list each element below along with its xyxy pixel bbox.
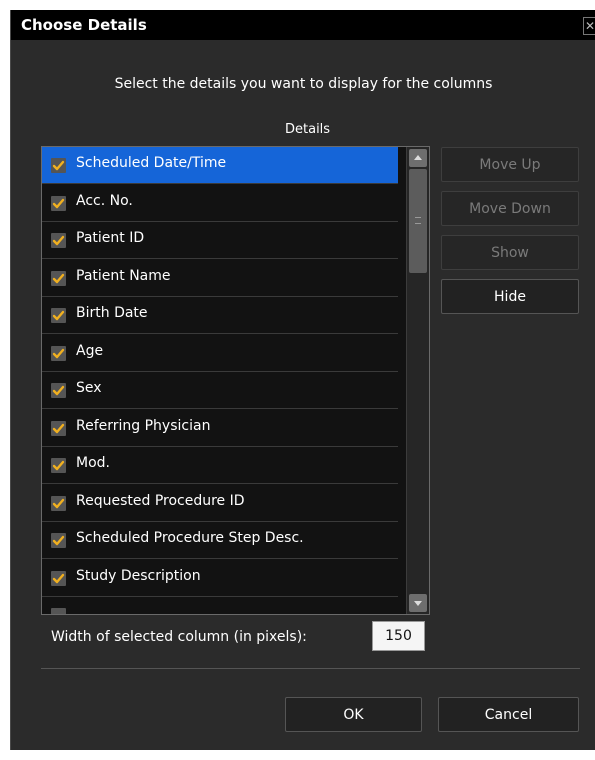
checkbox[interactable] — [51, 383, 66, 398]
checkbox[interactable] — [51, 533, 66, 548]
checkbox[interactable] — [51, 195, 66, 211]
check-icon — [52, 273, 65, 283]
check-icon — [52, 348, 65, 358]
check-icon — [52, 310, 65, 321]
list-item-label: Scheduled Procedure Step Desc. — [76, 530, 304, 546]
list-item-label: Birth Date — [76, 305, 148, 321]
check-icon — [52, 573, 65, 583]
checkbox[interactable] — [51, 345, 66, 361]
list-item[interactable]: Scheduled Date/Time — [42, 147, 398, 184]
list-item-partial[interactable] — [42, 597, 398, 614]
list-item-label: Patient ID — [76, 230, 145, 246]
list-scrollbar[interactable] — [406, 147, 429, 614]
divider — [41, 668, 580, 669]
checkbox[interactable] — [51, 420, 66, 436]
scroll-down-arrow-icon[interactable] — [409, 594, 427, 612]
list-item[interactable]: Requested Procedure ID — [42, 485, 398, 522]
move-up-button[interactable]: Move Up — [441, 147, 579, 182]
checkbox[interactable] — [51, 495, 66, 511]
column-width-label: Width of selected column (in pixels): — [51, 629, 307, 645]
checkbox[interactable] — [51, 570, 66, 586]
close-icon[interactable]: ✕ — [583, 17, 595, 35]
column-width-input[interactable]: 150 — [372, 621, 425, 651]
check-icon — [52, 460, 65, 471]
list-item[interactable]: Study Description — [42, 560, 398, 597]
list-item[interactable]: Sex — [42, 372, 398, 409]
list-item-label: Study Description — [76, 567, 201, 584]
list-item[interactable]: Birth Date — [42, 297, 398, 334]
check-icon — [52, 385, 65, 396]
list-item-label: Mod. — [76, 455, 110, 471]
check-icon — [52, 423, 65, 433]
list-item-label: Age — [76, 342, 104, 359]
list-item-label: Referring Physician — [76, 417, 211, 434]
check-icon — [52, 198, 65, 208]
list-item[interactable]: Age — [42, 335, 398, 372]
hide-button[interactable]: Hide — [441, 279, 579, 314]
checkbox[interactable] — [51, 233, 66, 248]
check-icon — [52, 160, 65, 171]
cancel-button[interactable]: Cancel — [438, 697, 579, 732]
list-item-label: Requested Procedure ID — [76, 492, 245, 509]
checkbox[interactable] — [51, 308, 66, 323]
list-item[interactable]: Acc. No. — [42, 185, 398, 222]
list-item[interactable]: Patient ID — [42, 222, 398, 259]
details-list[interactable]: Scheduled Date/Time Acc. No. Patient ID Pat… — [41, 146, 430, 615]
list-item[interactable]: Patient Name — [42, 260, 398, 297]
choose-details-dialog: Choose Details ✕ Select the details you … — [10, 10, 595, 750]
list-item[interactable]: Scheduled Procedure Step Desc. — [42, 522, 398, 559]
checkbox[interactable] — [51, 158, 66, 173]
checkbox[interactable] — [51, 270, 66, 286]
list-item-label: Patient Name — [76, 267, 171, 284]
scroll-thumb[interactable] — [409, 169, 427, 273]
list-item-label: Acc. No. — [76, 192, 133, 209]
list-item-label: Scheduled Date/Time — [76, 155, 227, 171]
instruction-text: Select the details you want to display f… — [114, 76, 493, 92]
checkbox[interactable] — [51, 608, 66, 614]
check-icon — [52, 535, 65, 546]
scroll-up-arrow-icon[interactable] — [409, 149, 427, 167]
move-down-button[interactable]: Move Down — [441, 191, 579, 226]
title-bar: Choose Details ✕ — [11, 10, 595, 40]
list-item[interactable]: Mod. — [42, 447, 398, 484]
check-icon — [52, 498, 65, 508]
check-icon — [52, 235, 65, 246]
ok-button[interactable]: OK — [285, 697, 422, 732]
details-header: Details — [285, 122, 331, 137]
list-item[interactable]: Referring Physician — [42, 410, 398, 447]
show-button[interactable]: Show — [441, 235, 579, 270]
checkbox[interactable] — [51, 458, 66, 473]
dialog-title: Choose Details — [21, 16, 147, 34]
list-item-label: Sex — [76, 380, 102, 396]
